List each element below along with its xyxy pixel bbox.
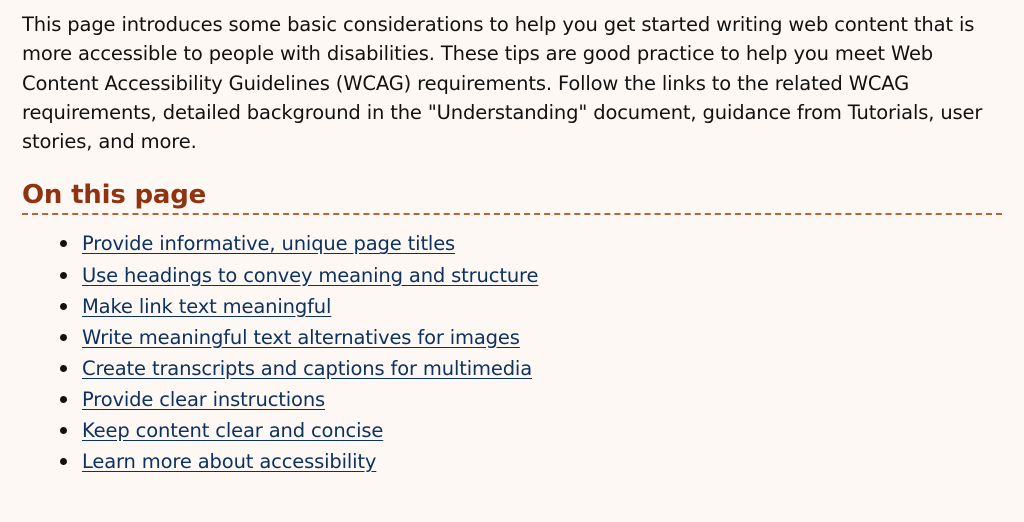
toc-item: Provide clear instructions (60, 384, 1002, 415)
bullet-icon (60, 240, 67, 248)
toc-link-clear-instructions[interactable]: Provide clear instructions (82, 388, 325, 411)
toc-item: Provide informative, unique page titles (60, 228, 1002, 259)
bullet-icon (60, 427, 67, 435)
intro-paragraph: This page introduces some basic consider… (22, 13, 983, 154)
toc-item: Create transcripts and captions for mult… (60, 353, 1002, 384)
bullet-icon (60, 271, 67, 279)
bullet-icon (60, 458, 67, 466)
toc-item: Use headings to convey meaning and struc… (60, 260, 1002, 291)
toc-item: Make link text meaningful (60, 291, 1002, 322)
bullet-icon (60, 333, 67, 341)
toc-link-learn-more[interactable]: Learn more about accessibility (82, 450, 376, 473)
toc-item: Keep content clear and concise (60, 415, 1002, 446)
toc-link-text-alternatives[interactable]: Write meaningful text alternatives for i… (82, 326, 520, 349)
bullet-icon (60, 395, 67, 403)
toc-link-link-text[interactable]: Make link text meaningful (82, 295, 331, 318)
toc-link-headings[interactable]: Use headings to convey meaning and struc… (82, 264, 538, 287)
toc-heading: On this page (22, 178, 1002, 216)
toc-link-transcripts-captions[interactable]: Create transcripts and captions for mult… (82, 357, 532, 380)
toc-link-clear-concise[interactable]: Keep content clear and concise (82, 419, 383, 442)
toc-item: Learn more about accessibility (60, 446, 1002, 477)
toc-list: Provide informative, unique page titles … (22, 228, 1002, 477)
page-content: This page introduces some basic consider… (0, 0, 1024, 522)
toc-link-page-titles[interactable]: Provide informative, unique page titles (82, 232, 455, 255)
bullet-icon (60, 364, 67, 372)
toc-item: Write meaningful text alternatives for i… (60, 322, 1002, 353)
bullet-icon (60, 302, 67, 310)
